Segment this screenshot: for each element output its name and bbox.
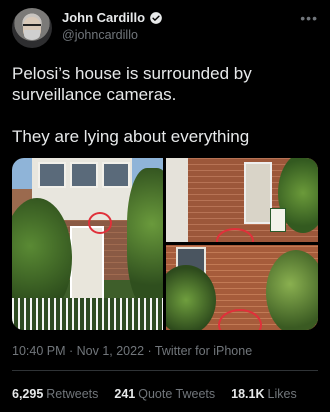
- front-door: [70, 226, 104, 300]
- security-sign: [270, 208, 286, 232]
- tweet-text-line: They are lying about everything: [12, 127, 250, 146]
- likes-count: 18.1K: [231, 387, 265, 401]
- retweets-stat[interactable]: 6,295 Retweets: [12, 387, 98, 401]
- quote-tweets-stat[interactable]: 241 Quote Tweets: [114, 387, 215, 401]
- likes-label: Likes: [267, 387, 297, 401]
- retweets-label: Retweets: [46, 387, 99, 401]
- media-image-brick-wall-window[interactable]: [166, 245, 318, 330]
- tweet-text-line: Pelosi’s house is surrounded by surveill…: [12, 64, 252, 104]
- engagement-stats: 6,295 Retweets 241 Quote Tweets 18.1K Likes: [12, 387, 297, 401]
- verified-badge-icon: [150, 11, 162, 24]
- media-image-brick-wall-sign[interactable]: [166, 158, 318, 242]
- quote-tweets-count: 241: [114, 387, 136, 401]
- tree: [266, 250, 318, 330]
- more-options-icon[interactable]: •••: [300, 10, 318, 26]
- window: [102, 162, 130, 188]
- media-image-house-front[interactable]: [12, 158, 163, 330]
- avatar-glasses: [23, 24, 41, 30]
- likes-stat[interactable]: 18.1K Likes: [231, 387, 297, 401]
- media-grid: [12, 158, 318, 330]
- tweet-timestamp[interactable]: 10:40 PM · Nov 1, 2022 · Twitter for iPh…: [12, 344, 252, 358]
- author-header[interactable]: John Cardillo: [62, 10, 163, 25]
- author-display-name[interactable]: John Cardillo: [62, 10, 145, 25]
- avatar-beard: [24, 30, 40, 40]
- divider: [12, 370, 318, 371]
- camera-annotation-circle: [88, 212, 112, 234]
- author-handle[interactable]: @johncardillo: [62, 28, 138, 42]
- avatar[interactable]: [12, 8, 52, 48]
- tree: [127, 168, 163, 308]
- retweets-count: 6,295: [12, 387, 44, 401]
- tweet-text: Pelosi’s house is surrounded by surveill…: [12, 63, 317, 147]
- window: [70, 162, 98, 188]
- quote-tweets-label: Quote Tweets: [138, 387, 216, 401]
- window: [38, 162, 66, 188]
- fence: [12, 298, 163, 330]
- white-pillar: [166, 158, 188, 242]
- window: [244, 162, 272, 224]
